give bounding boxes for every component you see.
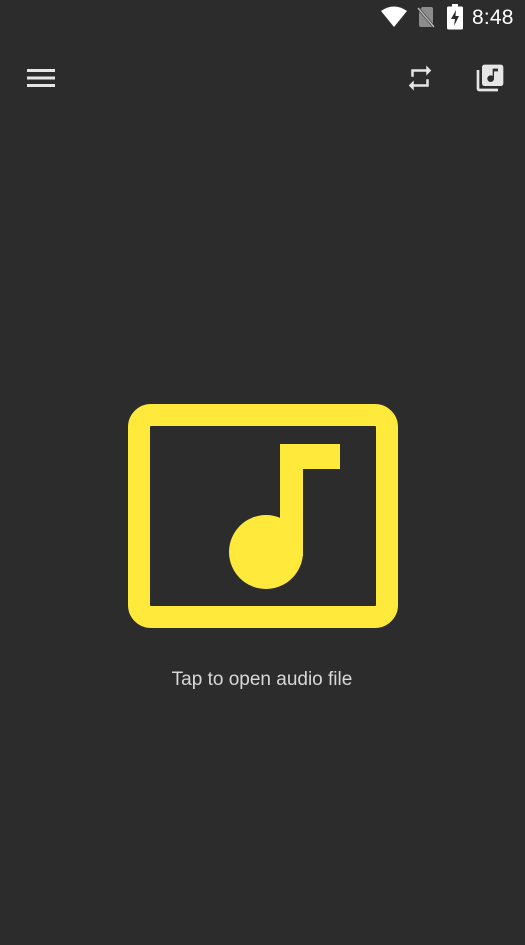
no-sim-icon [417,7,435,28]
app-screen: 8:48 Tap to open audio file [0,0,525,945]
repeat-button[interactable] [398,56,442,100]
open-audio-file-area[interactable]: Tap to open audio file [112,390,412,710]
menu-button[interactable] [19,56,63,100]
wifi-icon [381,6,407,27]
audio-file-icon[interactable] [128,404,398,628]
open-file-hint: Tap to open audio file [171,669,353,690]
music-library-button[interactable] [468,56,512,100]
music-library-icon [476,64,504,92]
status-time: 8:48 [472,6,514,29]
battery-charging-icon [447,4,463,30]
status-bar: 8:48 [0,0,525,36]
repeat-icon [408,65,432,91]
hamburger-menu-icon [27,69,55,87]
